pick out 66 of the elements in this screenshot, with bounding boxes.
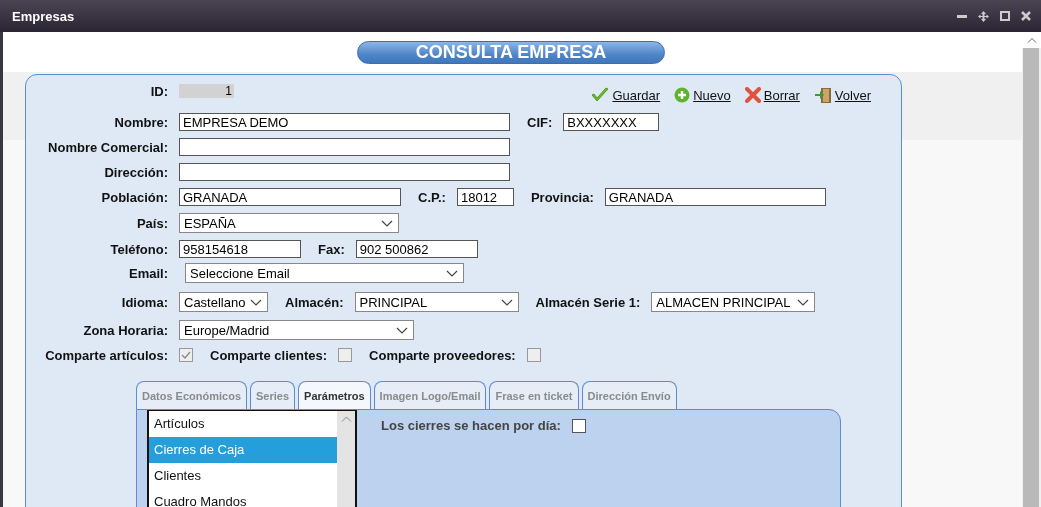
dropdown[interactable]: Europe/Madrid — [179, 320, 414, 340]
move-icon[interactable] — [978, 10, 989, 22]
cross-icon — [744, 87, 761, 103]
text-field[interactable]: GRANADA — [179, 188, 401, 206]
field-label: Nombre Comercial: — [47, 139, 168, 155]
chevron-up-icon — [340, 416, 352, 422]
action-link[interactable]: Guardar — [591, 87, 661, 103]
field-label: Dirección: — [103, 164, 168, 180]
action-link[interactable]: Nuevo — [674, 87, 731, 103]
text-field[interactable]: GRANADA — [604, 188, 826, 206]
option-label: Los cierres se hacen por día: — [381, 418, 561, 433]
field-label: País: — [135, 215, 168, 231]
door-exit-icon — [813, 87, 832, 103]
list-item[interactable]: Clientes — [149, 463, 337, 489]
chevron-down-icon — [446, 269, 458, 277]
text-field[interactable] — [179, 138, 510, 156]
action-link[interactable]: Volver — [813, 87, 871, 103]
close-icon[interactable] — [1021, 11, 1031, 21]
list-item[interactable]: Artículos — [149, 411, 337, 437]
field-label: Teléfono: — [109, 241, 168, 257]
tab[interactable]: Parámetros — [298, 381, 371, 409]
chevron-down-icon — [500, 298, 513, 306]
text-field[interactable] — [179, 163, 510, 181]
field-label: Zona Horaria: — [82, 322, 168, 338]
dropdown[interactable]: ALMACEN PRINCIPAL — [651, 292, 816, 312]
chevron-down-icon — [396, 326, 408, 334]
window-title: Empresas — [12, 8, 75, 24]
field-label: Provincia: — [530, 189, 594, 205]
chevron-down-icon — [797, 298, 810, 306]
checkbox[interactable] — [571, 418, 586, 433]
action-link[interactable]: Borrar — [744, 87, 800, 103]
text-field[interactable]: EMPRESA DEMO — [179, 113, 510, 131]
field-label: CIF: — [527, 114, 553, 130]
field-label: Comparte proveedores: — [369, 347, 516, 363]
maximize-icon[interactable] — [1000, 11, 1010, 21]
text-field[interactable]: 902 500862 — [355, 240, 478, 258]
chevron-down-icon — [250, 298, 262, 306]
field-label: Comparte artículos: — [44, 347, 168, 363]
id-value: 1 — [179, 84, 234, 98]
chevron-up-icon — [1026, 37, 1037, 43]
text-field[interactable]: 958154618 — [179, 240, 301, 258]
check-icon — [591, 87, 610, 103]
dropdown[interactable]: Seleccione Email — [185, 263, 464, 283]
field-label: Comparte clientes: — [210, 347, 328, 363]
dropdown[interactable]: PRINCIPAL — [354, 292, 519, 312]
checkbox[interactable] — [179, 348, 193, 362]
chevron-down-icon — [381, 219, 393, 227]
field-label: Email: — [128, 265, 168, 281]
field-label: Idioma: — [120, 294, 168, 310]
text-field[interactable]: BXXXXXXX — [563, 113, 660, 131]
field-label: Fax: — [318, 241, 345, 257]
scrollbar[interactable] — [1022, 32, 1041, 507]
dropdown[interactable]: ESPAÑA — [179, 213, 399, 233]
plus-icon — [674, 87, 691, 103]
text-field[interactable]: 18012 — [456, 188, 514, 206]
field-label: Población: — [100, 189, 168, 205]
checkbox[interactable] — [526, 348, 541, 362]
dropdown[interactable]: Castellano — [179, 292, 268, 312]
field-label: Almacén: — [285, 294, 344, 310]
field-label: Almacén Serie 1: — [535, 294, 641, 310]
list-item[interactable]: Cuadro Mandos — [149, 489, 337, 507]
field-label: ID: — [149, 83, 168, 99]
checkbox[interactable] — [338, 348, 353, 362]
field-label: C.P.: — [418, 189, 446, 205]
field-label: Nombre: — [113, 114, 168, 130]
page-heading: CONSULTA EMPRESA — [357, 41, 665, 64]
